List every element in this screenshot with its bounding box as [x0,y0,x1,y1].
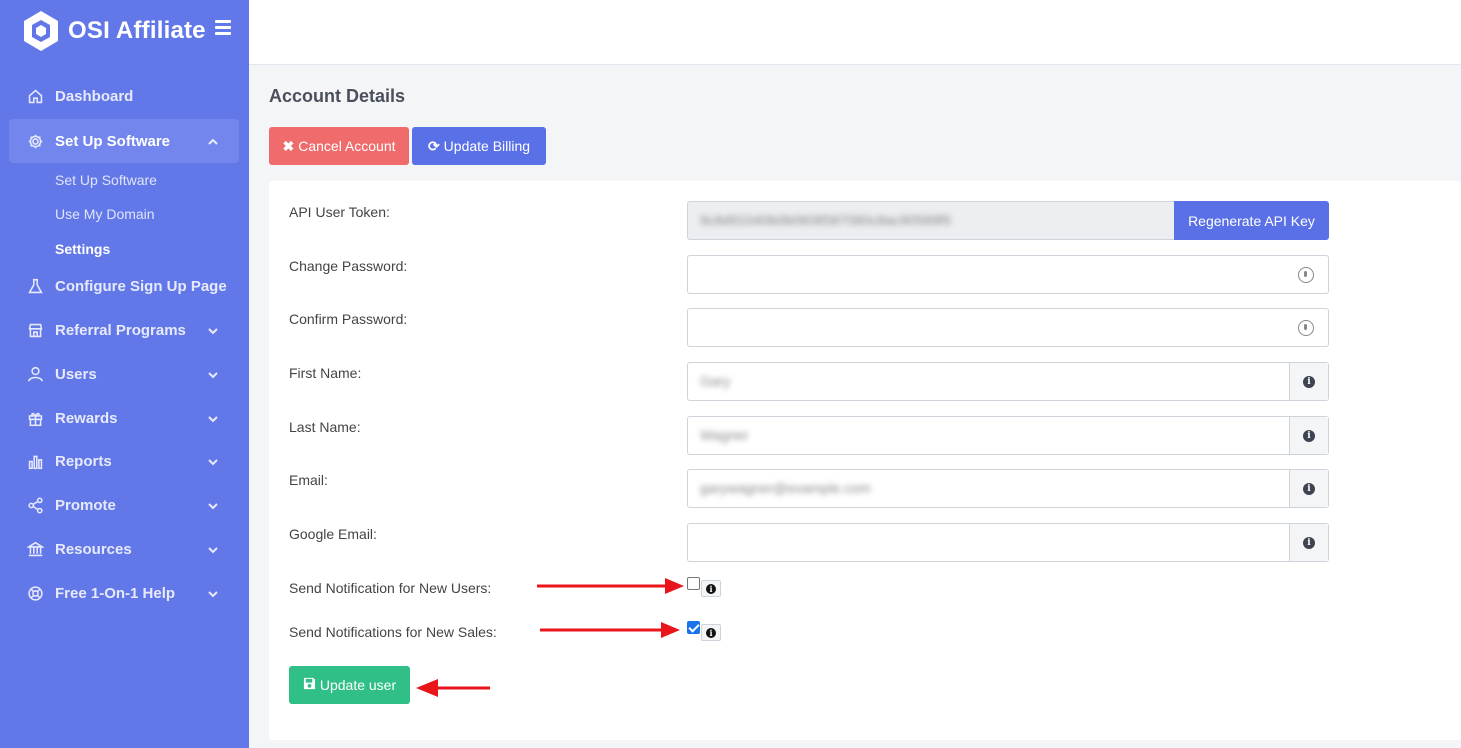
sidebar-item-label: Dashboard [55,87,134,105]
email-field[interactable]: garywagner@example.com i [687,469,1329,508]
sidebar-item-users[interactable]: Users [9,352,239,396]
password-reveal-icon[interactable] [1298,320,1314,336]
store-icon [26,321,44,339]
notify-users-label: Send Notification for New Users: [289,580,492,596]
home-icon [26,87,44,105]
share-icon [26,496,44,514]
notify-sales-checkbox[interactable] [687,621,700,634]
hamburger-menu-icon[interactable] [215,20,231,35]
save-icon [303,677,316,693]
password-reveal-icon[interactable] [1298,267,1314,283]
chevron-down-icon [207,455,219,467]
sidebar-item-configure-sign-up-page[interactable]: Configure Sign Up Page [9,264,239,308]
gear-icon [26,132,44,150]
last-name-label: Last Name: [289,419,361,435]
chevron-down-icon [207,499,219,511]
update-billing-button[interactable]: ⟳ Update Billing [412,127,546,165]
email-info[interactable]: i [1289,470,1328,507]
first-name-value: Gary [700,373,731,389]
sidebar-subitem-set-up-software[interactable]: Set Up Software [55,172,157,188]
google-email-label: Google Email: [289,526,377,542]
bar-chart-icon [26,452,44,470]
google-email-field[interactable]: i [687,523,1329,562]
sidebar-subitem-settings[interactable]: Settings [55,241,110,257]
api-token-field[interactable]: 9c8d91040b0b0608587080c8ac90589f9 [687,201,1175,240]
logo-icon [24,11,58,51]
page-title: Account Details [269,86,406,106]
sidebar-item-label: Set Up Software [55,132,171,150]
confirm-password-label: Confirm Password: [289,311,408,327]
sidebar-item-dashboard[interactable]: Dashboard [9,74,239,118]
info-icon: i [1303,375,1315,388]
sidebar-item-label: Promote [55,496,116,514]
chevron-down-icon [207,543,219,555]
brand[interactable]: OSI Affiliate [22,10,206,52]
change-password-label: Change Password: [289,258,408,274]
sidebar-item-label: Reports [55,452,112,470]
update-user-label: Update user [319,677,397,693]
email-label: Email: [289,472,328,488]
chevron-down-icon [207,587,219,599]
notify-users-info[interactable]: i [701,580,721,597]
flask-icon [26,277,44,295]
email-value: garywagner@example.com [700,480,871,496]
change-password-field[interactable] [687,255,1329,294]
confirm-password-field[interactable] [687,308,1329,347]
google-email-info[interactable]: i [1289,524,1328,561]
sidebar-item-label: Referral Programs [55,321,186,339]
sidebar-item-label: Resources [55,540,132,558]
sidebar-item-free-help[interactable]: Free 1-On-1 Help [9,571,239,615]
info-icon: i [706,583,716,594]
sidebar-item-label: Free 1-On-1 Help [55,584,176,602]
cancel-account-label: Cancel Account [298,138,396,154]
sidebar-item-referral-programs[interactable]: Referral Programs [9,308,239,352]
x-icon: ✖ [282,137,295,154]
update-billing-label: Update Billing [443,138,531,154]
chevron-up-icon [207,135,219,147]
regenerate-api-key-button[interactable]: Regenerate API Key [1174,201,1329,240]
info-icon: i [706,627,716,638]
top-bar [249,0,1461,65]
lifebuoy-icon [26,584,44,602]
last-name-value: Wagner [700,427,749,443]
chevron-down-icon [207,412,219,424]
first-name-info[interactable]: i [1289,363,1328,400]
sidebar-item-promote[interactable]: Promote [9,483,239,527]
sidebar-item-rewards[interactable]: Rewards [9,396,239,440]
user-icon [26,365,44,383]
first-name-field[interactable]: Gary i [687,362,1329,401]
info-icon: i [1303,482,1315,495]
info-icon: i [1303,429,1315,442]
chevron-down-icon [207,324,219,336]
notify-sales-info[interactable]: i [701,624,721,641]
sidebar-item-label: Users [55,365,97,383]
brand-name: OSI Affiliate [68,17,206,44]
bank-icon [26,540,44,558]
sidebar-item-label: Rewards [55,409,118,427]
chevron-down-icon [207,368,219,380]
notify-users-checkbox[interactable] [687,577,700,590]
sidebar-item-set-up-software[interactable]: Set Up Software [9,119,239,163]
notify-sales-label: Send Notifications for New Sales: [289,624,497,640]
sidebar-subitem-use-my-domain[interactable]: Use My Domain [55,206,155,222]
gift-icon [26,409,44,427]
sidebar-item-reports[interactable]: Reports [9,439,239,483]
last-name-field[interactable]: Wagner i [687,416,1329,455]
first-name-label: First Name: [289,365,362,381]
refresh-icon: ⟳ [427,137,440,154]
sidebar-item-resources[interactable]: Resources [9,527,239,571]
cancel-account-button[interactable]: ✖ Cancel Account [269,127,409,165]
sidebar-item-label: Configure Sign Up Page [55,277,227,295]
update-user-button[interactable]: Update user [289,666,410,704]
api-token-value: 9c8d91040b0b0608587080c8ac90589f9 [700,212,951,228]
last-name-info[interactable]: i [1289,417,1328,454]
info-icon: i [1303,536,1315,549]
sidebar: OSI Affiliate Dashboard Set Up Software … [0,0,249,748]
api-token-label: API User Token: [289,204,390,220]
